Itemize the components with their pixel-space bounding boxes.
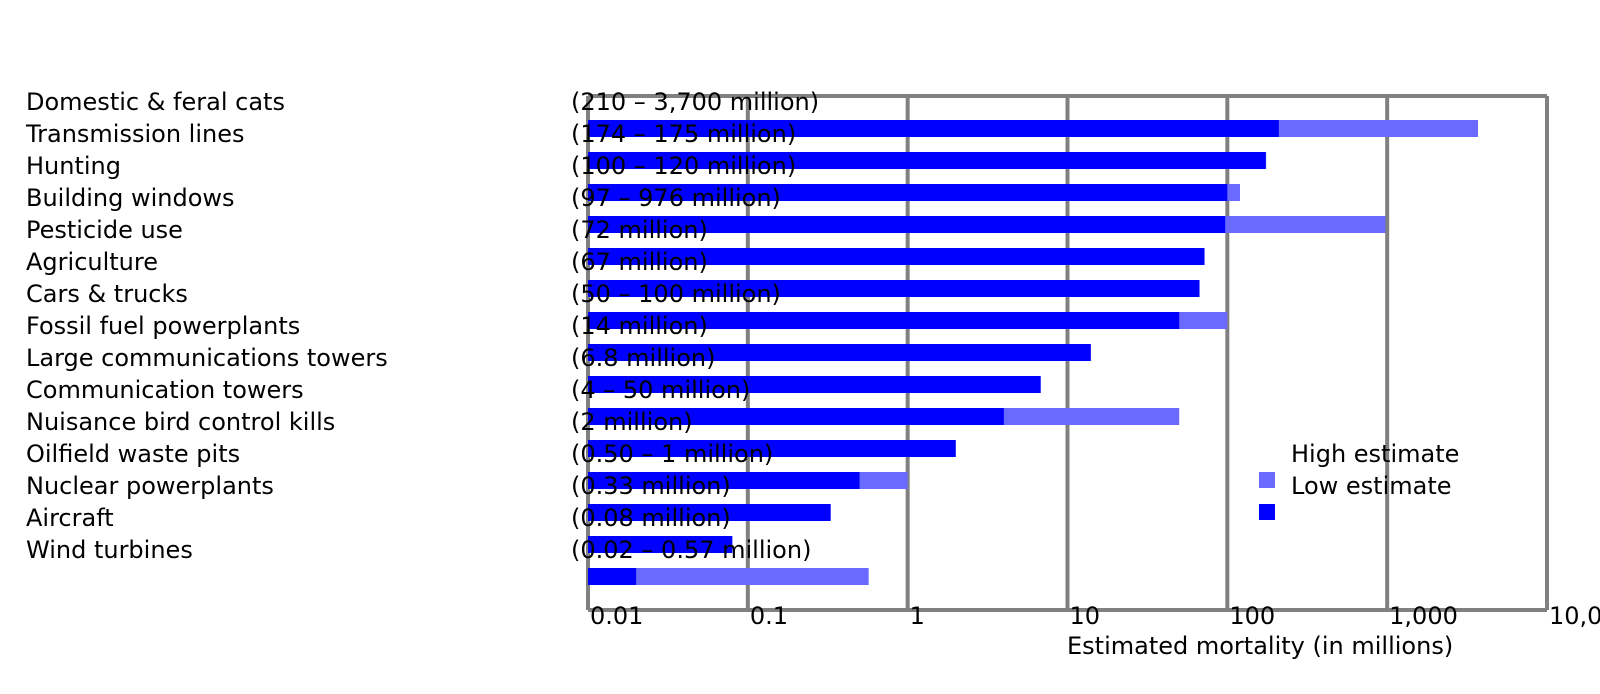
- x-tick-label: 0.1: [750, 602, 788, 630]
- category-label: Pesticide use: [26, 216, 183, 244]
- x-tick-label: 10,000: [1549, 602, 1600, 630]
- x-axis-label: Estimated mortality (in millions): [1067, 632, 1453, 660]
- category-label: Transmission lines: [25, 120, 244, 148]
- category-label: Communication towers: [26, 376, 304, 404]
- x-tick-label: 10: [1070, 602, 1101, 630]
- range-label: (6.8 million): [571, 344, 715, 372]
- category-label: Aircraft: [26, 504, 114, 532]
- range-label: (14 million): [571, 312, 708, 340]
- category-label: Wind turbines: [26, 536, 193, 564]
- category-label: Hunting: [26, 152, 121, 180]
- range-label: (0.50 – 1 million): [571, 440, 773, 468]
- range-label: (0.08 million): [571, 504, 731, 532]
- range-label: (97 – 976 million): [571, 184, 781, 212]
- category-label: Nuisance bird control kills: [26, 408, 335, 436]
- range-label: (4 – 50 million): [571, 376, 750, 404]
- range-label: (0.33 million): [571, 472, 731, 500]
- range-label: (100 – 120 million): [571, 152, 796, 180]
- range-label: (0.02 – 0.57 million): [571, 536, 811, 564]
- category-label: Nuclear powerplants: [26, 472, 274, 500]
- category-label: Agriculture: [26, 248, 158, 276]
- legend-label-high: High estimate: [1291, 440, 1459, 468]
- category-label: Cars & trucks: [26, 280, 188, 308]
- legend-swatch-low: [1259, 504, 1275, 520]
- x-tick-label: 1: [910, 602, 925, 630]
- legend-label-low: Low estimate: [1291, 472, 1452, 500]
- x-tick-label: 0.01: [590, 602, 643, 630]
- range-label: (2 million): [571, 408, 693, 436]
- category-label: Oilfield waste pits: [26, 440, 240, 468]
- category-label: Building windows: [26, 184, 235, 212]
- category-label: Fossil fuel powerplants: [26, 312, 300, 340]
- range-label: (174 – 175 million): [571, 120, 796, 148]
- mortality-chart: Domestic & feral cats Transmission lines H…: [25, 88, 1600, 660]
- category-label: Large communications towers: [26, 344, 388, 372]
- legend-swatch-high: [1259, 472, 1275, 488]
- range-label: (210 – 3,700 million): [571, 88, 819, 116]
- range-label: (67 million): [571, 248, 708, 276]
- range-label: (50 – 100 million): [571, 280, 781, 308]
- x-tick-label: 1,000: [1389, 602, 1458, 630]
- bar-low-estimate: [588, 568, 637, 585]
- range-label: (72 million): [571, 216, 708, 244]
- x-tick-label: 100: [1229, 602, 1275, 630]
- category-label: Domestic & feral cats: [26, 88, 285, 116]
